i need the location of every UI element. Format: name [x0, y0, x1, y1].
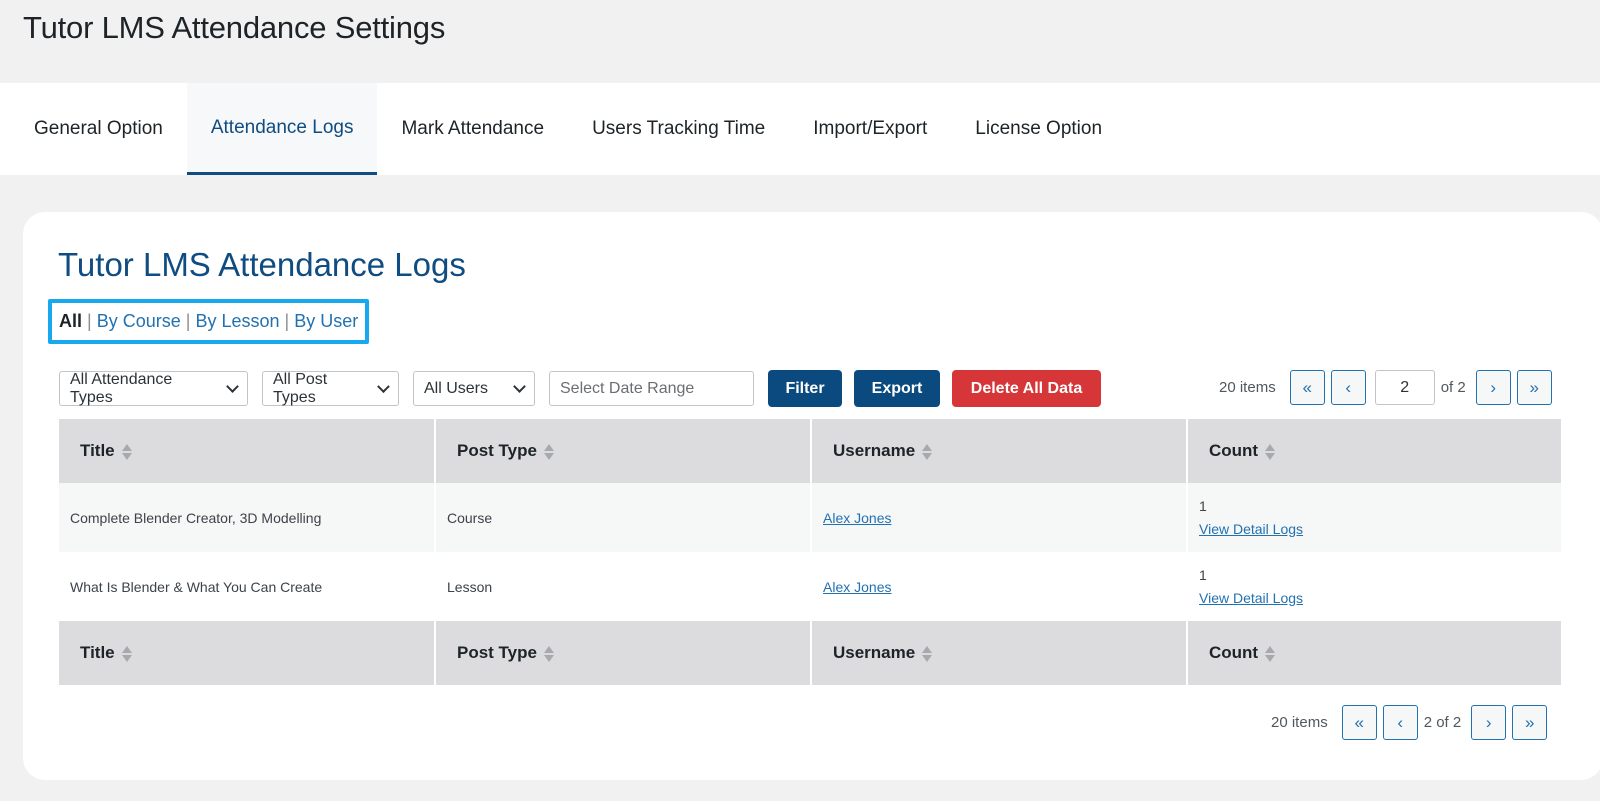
tab-general-option[interactable]: General Option	[0, 83, 187, 175]
delete-all-data-button[interactable]: Delete All Data	[952, 370, 1101, 407]
table-row: What Is Blender & What You Can Create Le…	[59, 552, 1561, 621]
date-range-input[interactable]	[549, 371, 754, 406]
last-page-button[interactable]: »	[1516, 370, 1552, 405]
first-page-button[interactable]: «	[1289, 370, 1325, 405]
cell-post-type: Lesson	[435, 552, 812, 621]
count-value: 1	[1199, 566, 1207, 583]
prev-page-button[interactable]: ‹	[1382, 705, 1418, 740]
column-post-type[interactable]: Post Type	[435, 419, 812, 483]
username-link[interactable]: Alex Jones	[823, 510, 891, 526]
column-username[interactable]: Username	[811, 419, 1188, 483]
sort-icon	[922, 443, 933, 461]
sort-icon	[922, 645, 933, 663]
user-value: All Users	[424, 379, 489, 397]
tab-license-option[interactable]: License Option	[951, 83, 1126, 175]
pagination-top: 20 items « ‹ of 2 › »	[1219, 370, 1558, 405]
post-type-select[interactable]: All Post Types	[262, 371, 399, 406]
view-all-link[interactable]: All	[59, 311, 82, 332]
tab-import-export[interactable]: Import/Export	[789, 83, 951, 175]
chevron-down-icon	[377, 379, 390, 393]
next-page-button[interactable]: ›	[1475, 370, 1511, 405]
view-by-lesson-link[interactable]: By Lesson	[195, 311, 279, 332]
card-title: Tutor LMS Attendance Logs	[58, 246, 466, 283]
cell-title: What Is Blender & What You Can Create	[59, 552, 436, 621]
sort-icon	[543, 443, 554, 461]
column-username-label: Username	[833, 441, 916, 460]
column-post-type[interactable]: Post Type	[435, 621, 812, 685]
cell-title: Complete Blender Creator, 3D Modelling	[59, 483, 436, 552]
view-detail-logs-link[interactable]: View Detail Logs	[1199, 590, 1303, 606]
first-page-button[interactable]: «	[1341, 705, 1377, 740]
last-page-button[interactable]: »	[1512, 705, 1548, 740]
prev-page-button[interactable]: ‹	[1330, 370, 1366, 405]
tab-users-tracking-time[interactable]: Users Tracking Time	[568, 83, 789, 175]
settings-tabs: General Option Attendance Logs Mark Atte…	[0, 83, 1600, 175]
page-title: Tutor LMS Attendance Settings	[23, 10, 446, 45]
username-link[interactable]: Alex Jones	[823, 579, 891, 595]
chevron-down-icon	[513, 379, 526, 393]
export-button[interactable]: Export	[854, 370, 940, 407]
column-post-type-label: Post Type	[457, 441, 537, 460]
tab-mark-attendance[interactable]: Mark Attendance	[377, 83, 568, 175]
view-filter-links: All | By Course | By Lesson | By User	[48, 299, 370, 344]
chevron-down-icon	[226, 379, 239, 393]
view-detail-logs-link[interactable]: View Detail Logs	[1199, 521, 1303, 537]
column-username-label: Username	[833, 643, 916, 662]
column-title[interactable]: Title	[59, 419, 436, 483]
current-page-input[interactable]	[1374, 370, 1435, 405]
filter-bar: All Attendance Types All Post Types All …	[59, 370, 1113, 407]
post-type-value: All Post Types	[273, 370, 328, 406]
cell-username: Alex Jones	[811, 483, 1188, 552]
column-title-label: Title	[80, 441, 115, 460]
items-count: 20 items	[1219, 379, 1276, 396]
cell-username: Alex Jones	[811, 552, 1188, 621]
column-title[interactable]: Title	[59, 621, 436, 685]
view-separator: |	[284, 311, 290, 331]
pagination-bottom: 20 items « ‹ 2 of 2 › »	[1271, 705, 1553, 740]
attendance-type-select[interactable]: All Attendance Types	[59, 371, 248, 406]
next-page-button[interactable]: ›	[1471, 705, 1507, 740]
view-by-course-link[interactable]: By Course	[97, 311, 181, 332]
view-by-user-link[interactable]: By User	[294, 311, 358, 332]
view-separator: |	[87, 311, 92, 331]
cell-count: 1 View Detail Logs	[1187, 552, 1561, 621]
user-select[interactable]: All Users	[413, 371, 535, 406]
count-value: 1	[1199, 497, 1207, 514]
table-footer-row: Title Post Type Username Count	[59, 621, 1561, 685]
column-count-label: Count	[1209, 441, 1259, 460]
column-title-label: Title	[80, 643, 115, 662]
column-count-label: Count	[1209, 643, 1259, 662]
sort-icon	[1265, 645, 1276, 663]
column-post-type-label: Post Type	[457, 643, 537, 662]
sort-icon	[543, 645, 554, 663]
items-count: 20 items	[1271, 714, 1328, 731]
sort-icon	[121, 645, 132, 663]
column-username[interactable]: Username	[811, 621, 1188, 685]
column-count[interactable]: Count	[1187, 621, 1561, 685]
table-row: Complete Blender Creator, 3D Modelling C…	[59, 483, 1561, 552]
attendance-type-value: All Attendance Types	[70, 370, 173, 406]
attendance-logs-table: Title Post Type Username Count Complete …	[59, 419, 1561, 685]
cell-count: 1 View Detail Logs	[1187, 483, 1561, 552]
sort-icon	[121, 443, 132, 461]
table-header-row: Title Post Type Username Count	[59, 419, 1561, 483]
cell-post-type: Course	[435, 483, 812, 552]
tab-attendance-logs[interactable]: Attendance Logs	[186, 83, 378, 175]
view-separator: |	[185, 311, 191, 331]
page-display: 2 of 2	[1423, 714, 1462, 731]
attendance-logs-card: Tutor LMS Attendance Logs All | By Cours…	[23, 212, 1600, 780]
filter-button[interactable]: Filter	[768, 370, 842, 407]
sort-icon	[1265, 443, 1276, 461]
total-pages: of 2	[1440, 379, 1466, 396]
column-count[interactable]: Count	[1187, 419, 1561, 483]
